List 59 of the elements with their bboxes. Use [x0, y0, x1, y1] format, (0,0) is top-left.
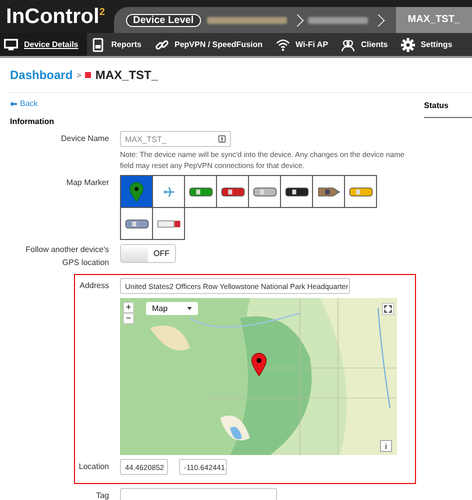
nav-tab[interactable]: Reports — [87, 33, 150, 56]
zoom-out-button[interactable]: − — [123, 313, 134, 324]
back-link[interactable]: Back — [10, 99, 424, 108]
logo: InControl$^{2}$ — [5, 4, 106, 28]
device-title: MAX_TST_ — [95, 68, 158, 82]
users-icon — [341, 38, 356, 52]
arrow-left-icon — [10, 100, 17, 106]
map-type-dropdown[interactable]: Map — [146, 302, 198, 316]
nav-tab[interactable]: Clients — [337, 33, 397, 56]
bus-icon — [188, 186, 212, 198]
settings-icon — [400, 38, 415, 52]
link-icon — [154, 38, 168, 52]
nav-tab[interactable]: Settings — [396, 33, 462, 56]
marker-option[interactable] — [185, 176, 217, 208]
nav-tab[interactable]: Wi-Fi AP — [272, 33, 338, 56]
field-label: Location — [78, 461, 109, 474]
boat-icon — [316, 186, 340, 198]
marker-option[interactable] — [121, 208, 153, 240]
fullscreen-button[interactable] — [382, 303, 394, 316]
status-tab[interactable]: Status — [424, 93, 472, 118]
marker-option[interactable] — [313, 176, 345, 208]
redacted-text — [308, 16, 368, 24]
marker-option[interactable] — [217, 176, 249, 208]
marker-option[interactable] — [345, 176, 377, 208]
device-name-field[interactable]: MAX_TST_ — [120, 131, 231, 147]
field-label: Address — [78, 280, 109, 292]
truck-icon — [156, 218, 180, 230]
car-icon — [348, 186, 372, 198]
train-icon — [124, 218, 148, 230]
monitor-icon — [4, 38, 18, 52]
wifi-icon — [276, 38, 290, 52]
zoom-in-button[interactable]: + — [123, 302, 134, 314]
marker-option[interactable] — [281, 176, 313, 208]
marker-option[interactable] — [153, 176, 185, 208]
marker-option[interactable] — [249, 176, 281, 208]
current-crumb[interactable]: MAX_TST_ — [396, 7, 472, 33]
map-pin-icon — [129, 180, 144, 203]
level-badge: Device Level — [126, 14, 201, 26]
car-icon — [252, 186, 276, 198]
dashboard-link[interactable]: Dashboard — [10, 68, 73, 82]
field-label: Follow another device's GPS location — [24, 244, 109, 270]
car-icon — [284, 186, 308, 198]
contact-card-icon — [218, 135, 226, 143]
marker-option[interactable] — [153, 208, 185, 240]
fullscreen-icon — [384, 305, 392, 314]
field-label: Map Marker — [65, 177, 109, 190]
breadcrumb-separator: > — [76, 70, 82, 80]
document-icon — [91, 38, 106, 52]
marker-option[interactable] — [121, 176, 153, 208]
info-button[interactable]: i — [380, 440, 392, 452]
caret-icon — [187, 307, 192, 310]
nav-tab[interactable]: PepVPN / SpeedFusion — [150, 33, 272, 56]
nav-tab[interactable]: Device Details — [0, 33, 88, 56]
field-label: Tag — [95, 490, 109, 500]
section-heading: Information — [10, 117, 55, 126]
field-label: Device Name — [60, 133, 109, 145]
map-pin-icon — [251, 352, 267, 378]
truck-icon — [220, 186, 244, 198]
toggle-switch[interactable]: OFF — [120, 244, 176, 264]
